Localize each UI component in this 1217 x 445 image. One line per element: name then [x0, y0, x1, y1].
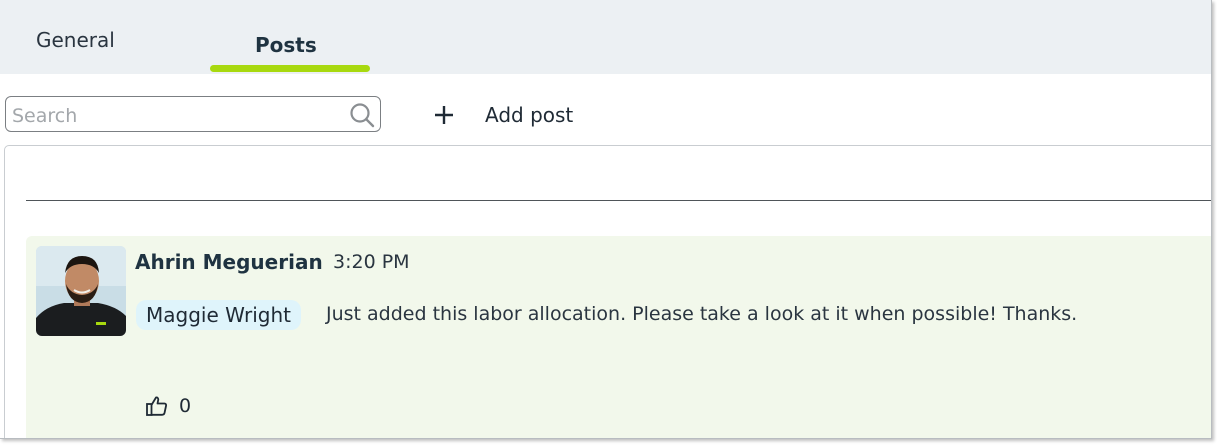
- like-count: 0: [179, 395, 192, 417]
- plus-icon: [435, 106, 453, 124]
- search-input[interactable]: [10, 101, 344, 131]
- avatar: [36, 246, 126, 336]
- like-button[interactable]: 0: [145, 394, 191, 418]
- tab-general[interactable]: General: [36, 28, 115, 52]
- search-box[interactable]: [5, 96, 381, 132]
- mention-tag[interactable]: Maggie Wright: [136, 300, 301, 330]
- search-icon[interactable]: [348, 101, 376, 129]
- thumbs-up-icon: [146, 396, 167, 416]
- post-message: Just added this labor allocation. Please…: [326, 303, 1078, 325]
- divider: [26, 200, 1211, 201]
- post-time: 3:20 PM: [333, 251, 410, 273]
- post-author[interactable]: Ahrin Meguerian: [135, 250, 323, 274]
- add-post-button[interactable]: Add post: [432, 99, 573, 131]
- tab-bar: General Posts: [0, 0, 1211, 74]
- posts-window: General Posts Add post Ahrin Meguerian 3…: [0, 0, 1212, 439]
- add-post-label: Add post: [485, 103, 574, 127]
- active-tab-indicator: [210, 65, 370, 72]
- tab-posts[interactable]: Posts: [255, 33, 317, 57]
